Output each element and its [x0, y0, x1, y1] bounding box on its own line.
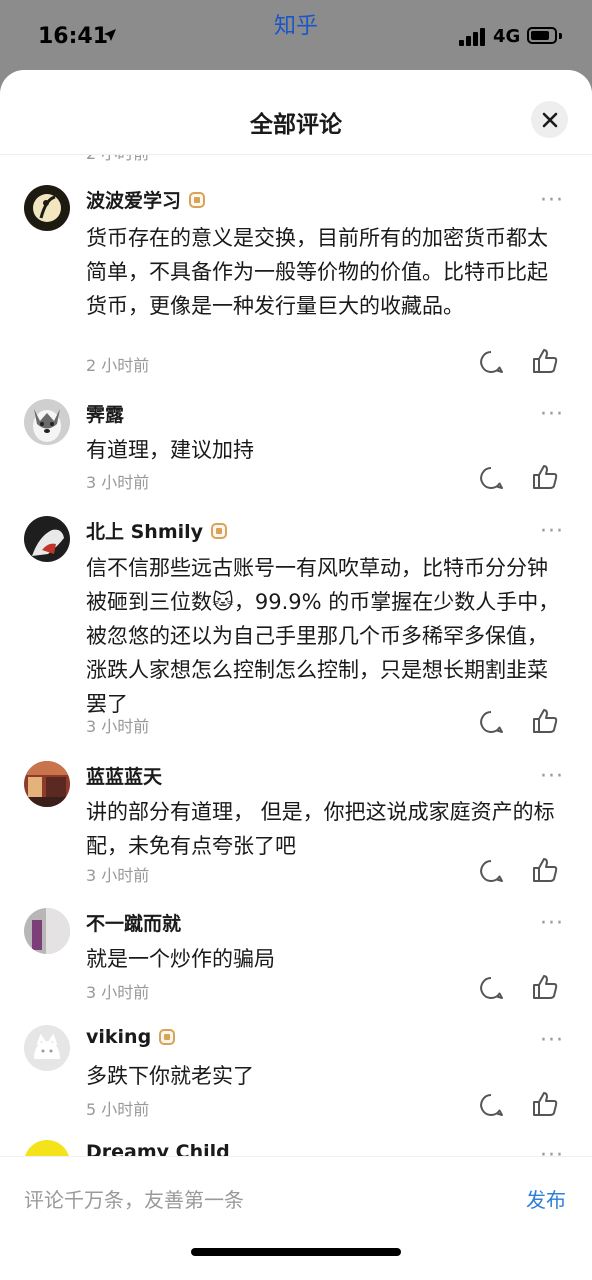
more-dots-icon[interactable]: ···: [540, 766, 564, 788]
thumbs-up-icon[interactable]: [531, 973, 559, 1001]
thumbs-up-icon[interactable]: [531, 856, 559, 884]
thumbs-up-icon[interactable]: [531, 347, 559, 375]
more-dots-icon[interactable]: ···: [540, 521, 564, 543]
comment-time: 2 小时前: [86, 356, 150, 375]
comment-username[interactable]: 北上 Shmily: [86, 517, 228, 544]
comment-content: 就是一个炒作的骗局: [86, 947, 275, 971]
comment-bubble-icon[interactable]: [478, 465, 504, 491]
thumbs-up-icon[interactable]: [531, 707, 559, 735]
publish-button[interactable]: 发布: [526, 1184, 566, 1213]
username-text[interactable]: 霁露: [86, 400, 124, 427]
comment-time: 5 小时前: [86, 1100, 150, 1119]
comments-sheet: 全部评论 2 小时前 波波爱学习: [0, 70, 592, 1280]
comment-content: 讲的部分有道理， 但是，你把这说成家庭资产的标配，未免有点夸张了吧: [86, 800, 555, 858]
comment-input-bar: 评论千万条，友善第一条 发布: [0, 1156, 592, 1280]
username-text[interactable]: 北上 Shmily: [86, 517, 203, 544]
more-dots-icon[interactable]: ···: [540, 404, 564, 426]
thumbs-up-icon[interactable]: [531, 463, 559, 491]
comment-username[interactable]: viking: [86, 1026, 176, 1048]
comment-input[interactable]: 评论千万条，友善第一条: [24, 1184, 244, 1213]
comment-username[interactable]: Dreamy Child: [86, 1141, 230, 1156]
comment-bubble-icon[interactable]: [478, 858, 504, 884]
comment-username[interactable]: 不一蹴而就: [86, 909, 181, 936]
comment-time: 3 小时前: [86, 717, 150, 736]
comment-content: 有道理，建议加持: [86, 438, 254, 462]
avatar[interactable]: [24, 516, 70, 562]
avatar[interactable]: [24, 399, 70, 445]
comment-time: 3 小时前: [86, 866, 150, 885]
verified-badge-icon: [159, 1029, 176, 1045]
comment-username[interactable]: 霁露: [86, 400, 124, 427]
cellular-signal-icon: [459, 28, 487, 46]
avatar[interactable]: [24, 761, 70, 807]
comment-bubble-icon[interactable]: [478, 1092, 504, 1118]
comment-bubble-icon[interactable]: [478, 975, 504, 1001]
network-type: 4G: [493, 26, 521, 47]
username-text[interactable]: 不一蹴而就: [86, 909, 181, 936]
comment-content: 多跌下你就老实了: [86, 1064, 254, 1088]
comment-time: 3 小时前: [86, 473, 150, 492]
close-button[interactable]: [531, 101, 568, 138]
comment-time: 2 小时前: [86, 154, 149, 163]
more-dots-icon[interactable]: ···: [540, 913, 564, 935]
comment-bubble-icon[interactable]: [478, 349, 504, 375]
more-dots-icon[interactable]: ···: [540, 1030, 564, 1052]
comment-content: 货币存在的意义是交换，目前所有的加密货币都太简单，不具备作为一般等价物的价值。比…: [86, 226, 548, 318]
avatar[interactable]: [24, 1140, 70, 1156]
avatar[interactable]: [24, 185, 70, 231]
comment-content: 信不信那些远古账号一有风吹草动，比特币分分钟被砸到三位数🐱，99.9% 的币掌握…: [86, 556, 560, 716]
comment-username[interactable]: 蓝蓝蓝天: [86, 762, 162, 789]
comment-bubble-icon[interactable]: [478, 709, 504, 735]
thumbs-up-icon[interactable]: [531, 1090, 559, 1118]
username-text[interactable]: Dreamy Child: [86, 1141, 230, 1156]
comment-username[interactable]: 波波爱学习: [86, 186, 206, 213]
sheet-title: 全部评论: [250, 112, 342, 138]
verified-badge-icon: [211, 522, 228, 539]
comment-list[interactable]: 2 小时前 波波爱学习 ··· 货币存在的意义是交换，目前所有的加密货币都太简单…: [0, 154, 592, 1156]
battery-tip: [559, 33, 562, 39]
comment-time: 3 小时前: [86, 983, 150, 1002]
sheet-header: 全部评论: [0, 70, 592, 155]
avatar[interactable]: [24, 908, 70, 954]
close-icon: [542, 112, 557, 127]
home-indicator: [191, 1248, 401, 1256]
username-text[interactable]: viking: [86, 1026, 151, 1048]
avatar[interactable]: [24, 1025, 70, 1071]
battery-icon: [527, 27, 557, 44]
username-text[interactable]: 蓝蓝蓝天: [86, 762, 162, 789]
status-bar: 16:41 知乎 4G: [0, 0, 592, 70]
username-text[interactable]: 波波爱学习: [86, 186, 181, 213]
more-dots-icon[interactable]: ···: [540, 190, 564, 212]
verified-badge-icon: [189, 191, 206, 208]
